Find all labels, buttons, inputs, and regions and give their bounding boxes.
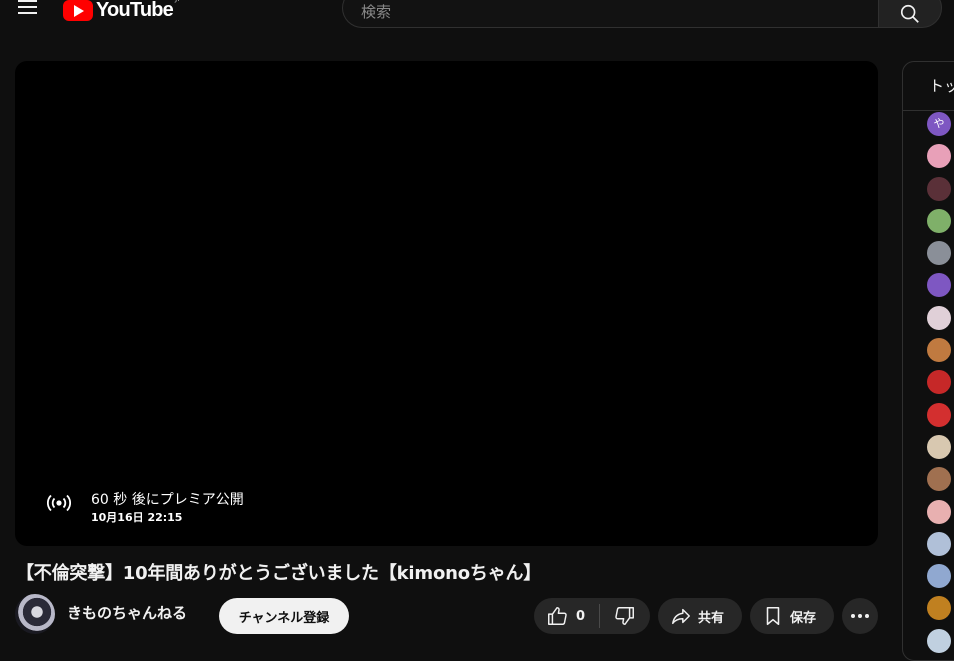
youtube-logo[interactable]: YouTube JP xyxy=(63,0,182,24)
save-label: 保存 xyxy=(790,610,817,626)
chat-user-avatar[interactable] xyxy=(927,273,951,298)
chat-user-avatar[interactable] xyxy=(927,596,951,621)
chat-user-avatar[interactable] xyxy=(927,467,951,492)
chat-user-avatar[interactable] xyxy=(927,370,951,395)
live-chat-panel: トップ チャット や xyxy=(902,61,954,661)
chat-user-avatar[interactable] xyxy=(927,208,951,233)
chat-user-avatar[interactable] xyxy=(927,241,951,266)
video-player[interactable]: 60 秒 後にプレミア公開 10月16日 22:15 xyxy=(15,61,878,546)
share-icon xyxy=(672,608,690,625)
channel-name[interactable]: きものちゃんねる xyxy=(67,602,187,623)
logo-wordmark: YouTube xyxy=(96,0,174,21)
thumbs-down-icon xyxy=(615,607,634,625)
menu-icon-line xyxy=(18,6,37,8)
chat-user-avatar[interactable] xyxy=(927,338,951,363)
menu-icon-line xyxy=(18,12,37,14)
live-broadcast-icon xyxy=(47,494,71,512)
channel-avatar[interactable] xyxy=(15,594,55,634)
chat-user-avatar[interactable] xyxy=(927,499,951,524)
more-horizontal-icon xyxy=(851,614,869,618)
chat-header[interactable]: トップ チャット xyxy=(903,62,954,111)
premiere-datetime: 10月16日 22:15 xyxy=(91,511,183,524)
like-dislike-group: 0 xyxy=(534,598,650,634)
chat-user-avatar[interactable] xyxy=(927,402,951,427)
search-input[interactable] xyxy=(359,0,878,27)
youtube-play-icon xyxy=(63,0,93,21)
search-box[interactable] xyxy=(342,0,878,28)
premiere-countdown: 60 秒 後にプレミア公開 xyxy=(91,492,244,508)
video-title: 【不倫突撃】10年間ありがとうございました【kimonoちゃん】 xyxy=(16,563,542,584)
chat-user-avatar[interactable] xyxy=(927,531,951,556)
more-actions-button[interactable] xyxy=(842,598,878,634)
menu-icon-line xyxy=(18,0,37,2)
save-button[interactable]: 保存 xyxy=(750,598,834,634)
region-code: JP xyxy=(175,0,182,3)
like-button[interactable]: 0 xyxy=(534,598,585,634)
chat-user-avatar[interactable] xyxy=(927,144,951,169)
chat-user-avatar[interactable] xyxy=(927,564,951,589)
search-button[interactable] xyxy=(878,0,942,28)
search-icon xyxy=(900,4,919,23)
chat-user-avatar[interactable] xyxy=(927,628,951,653)
dislike-button[interactable] xyxy=(600,598,650,634)
thumbs-up-icon xyxy=(548,607,567,625)
share-label: 共有 xyxy=(698,610,725,626)
share-button[interactable]: 共有 xyxy=(658,598,742,634)
chat-user-avatar[interactable] xyxy=(927,434,951,459)
chat-user-avatar[interactable]: や xyxy=(927,112,951,136)
subscribe-button[interactable]: チャンネル登録 xyxy=(219,598,349,634)
bookmark-icon xyxy=(766,606,780,626)
chat-user-avatar[interactable] xyxy=(927,176,951,201)
chat-avatar-list: や xyxy=(927,112,951,660)
menu-button[interactable] xyxy=(10,0,44,24)
like-count: 0 xyxy=(576,608,586,624)
chat-user-avatar[interactable] xyxy=(927,305,951,330)
